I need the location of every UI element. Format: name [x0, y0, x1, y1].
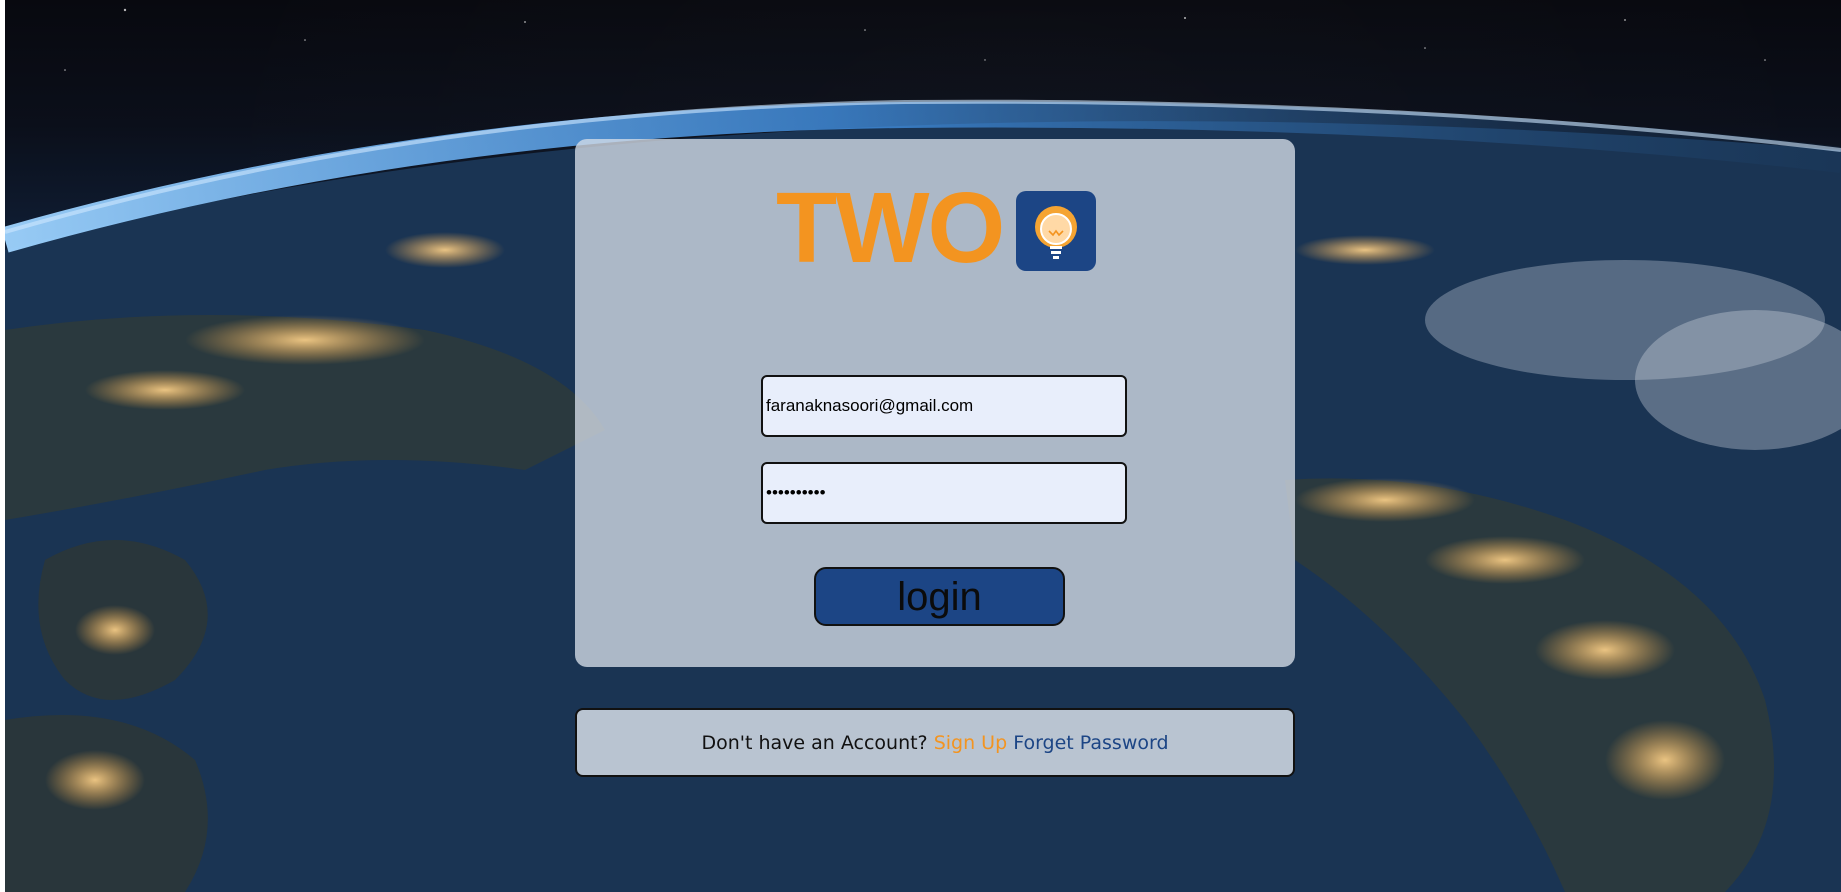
email-field[interactable] — [761, 375, 1127, 437]
logo-text: TWO — [776, 172, 1005, 284]
password-field[interactable] — [761, 462, 1127, 524]
app-logo: TWO — [776, 172, 1096, 284]
login-button[interactable]: login — [814, 567, 1065, 626]
forget-password-link[interactable]: Forget Password — [1013, 732, 1168, 754]
account-prompt: Don't have an Account? — [701, 731, 934, 754]
signup-link[interactable]: Sign Up — [934, 732, 1007, 754]
signup-footer: Don't have an Account? Sign Up Forget Pa… — [575, 708, 1295, 777]
lightbulb-icon — [1016, 191, 1096, 271]
